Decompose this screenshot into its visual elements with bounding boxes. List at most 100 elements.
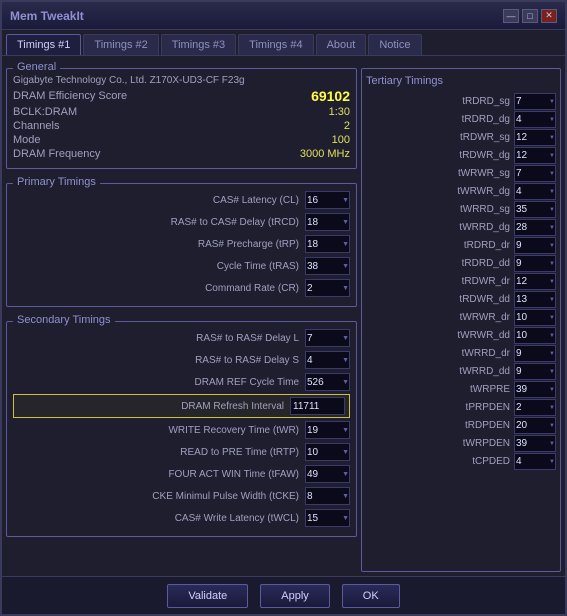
ok-button[interactable]: OK <box>342 584 400 608</box>
tertiary-timing-select[interactable]: 13 <box>514 291 556 308</box>
tertiary-timing-wrapper: 7 <box>514 93 556 110</box>
dram-refresh-row: DRAM Refresh Interval <box>13 394 350 418</box>
title-bar: Mem TweakIt — □ ✕ <box>2 2 565 30</box>
tertiary-timing-select[interactable]: 4 <box>514 453 556 470</box>
timing-rrds-select[interactable]: 4 <box>305 351 350 369</box>
tertiary-timing-select[interactable]: 39 <box>514 435 556 452</box>
timing-twr-wrapper: 19 <box>305 421 350 439</box>
timing-cl-row: CAS# Latency (CL) 16 <box>13 190 350 210</box>
tertiary-timing-select[interactable]: 7 <box>514 93 556 110</box>
timing-rrdl-row: RAS# to RAS# Delay L 7 <box>13 328 350 348</box>
mode-label: Mode <box>13 134 41 146</box>
tertiary-timing-select[interactable]: 35 <box>514 201 556 218</box>
tertiary-timing-wrapper: 12 <box>514 147 556 164</box>
minimize-button[interactable]: — <box>503 9 519 23</box>
timing-trp-select[interactable]: 18 <box>305 235 350 253</box>
tertiary-timing-label: tWRWR_sg <box>366 168 514 179</box>
dram-score-row: DRAM Efficiency Score 69102 <box>13 88 350 104</box>
tertiary-timing-select[interactable]: 4 <box>514 111 556 128</box>
window-title: Mem TweakIt <box>10 9 84 23</box>
timing-trcd-select[interactable]: 18 <box>305 213 350 231</box>
tertiary-timing-select[interactable]: 9 <box>514 363 556 380</box>
tertiary-timing-row: tCPDED 4 <box>366 453 556 470</box>
close-button[interactable]: ✕ <box>541 9 557 23</box>
tertiary-timing-row: tRDWR_sg 12 <box>366 129 556 146</box>
tertiary-timing-select[interactable]: 10 <box>514 327 556 344</box>
tertiary-timing-select[interactable]: 9 <box>514 255 556 272</box>
timing-cr-label: Command Rate (CR) <box>13 283 305 294</box>
timing-twcl-select[interactable]: 15 <box>305 509 350 527</box>
tertiary-timing-wrapper: 9 <box>514 363 556 380</box>
timing-ref-row: DRAM REF Cycle Time 526 <box>13 372 350 392</box>
timing-tfaw-label: FOUR ACT WIN Time (tFAW) <box>13 469 305 480</box>
timing-tras-row: Cycle Time (tRAS) 38 <box>13 256 350 276</box>
apply-button[interactable]: Apply <box>260 584 330 608</box>
tertiary-timing-wrapper: 9 <box>514 255 556 272</box>
timing-tras-select[interactable]: 38 <box>305 257 350 275</box>
timing-trtp-select[interactable]: 10 <box>305 443 350 461</box>
tertiary-timing-select[interactable]: 9 <box>514 237 556 254</box>
timing-tras-wrapper: 38 <box>305 257 350 275</box>
channels-value: 2 <box>344 120 350 132</box>
timing-cr-row: Command Rate (CR) 2 <box>13 278 350 298</box>
timing-tcke-select[interactable]: 8 <box>305 487 350 505</box>
tertiary-timing-select[interactable]: 10 <box>514 309 556 326</box>
tertiary-timing-select[interactable]: 4 <box>514 183 556 200</box>
tertiary-timing-select[interactable]: 2 <box>514 399 556 416</box>
timing-twr-select[interactable]: 19 <box>305 421 350 439</box>
tertiary-timing-row: tRDWR_dd 13 <box>366 291 556 308</box>
timing-cl-select[interactable]: 16 <box>305 191 350 209</box>
tab-timings4[interactable]: Timings #4 <box>238 34 313 55</box>
manufacturer-value: Gigabyte Technology Co., Ltd. Z170X-UD3-… <box>13 75 245 86</box>
tertiary-timing-wrapper: 20 <box>514 417 556 434</box>
timing-ref-select[interactable]: 526 <box>305 373 350 391</box>
tertiary-timing-select[interactable]: 12 <box>514 147 556 164</box>
tertiary-timing-wrapper: 35 <box>514 201 556 218</box>
tertiary-timing-select[interactable]: 7 <box>514 165 556 182</box>
tertiary-timing-row: tRDRD_dd 9 <box>366 255 556 272</box>
tab-timings1[interactable]: Timings #1 <box>6 34 81 55</box>
tertiary-timing-select[interactable]: 28 <box>514 219 556 236</box>
tertiary-timing-select[interactable]: 9 <box>514 345 556 362</box>
timing-rrdl-select[interactable]: 7 <box>305 329 350 347</box>
tertiary-timing-wrapper: 28 <box>514 219 556 236</box>
tertiary-timing-select[interactable]: 12 <box>514 129 556 146</box>
timing-rrdl-label: RAS# to RAS# Delay L <box>13 333 305 344</box>
tertiary-title: Tertiary Timings <box>366 73 556 89</box>
tertiary-timing-wrapper: 12 <box>514 273 556 290</box>
tertiary-timing-select[interactable]: 12 <box>514 273 556 290</box>
general-group: General Gigabyte Technology Co., Ltd. Z1… <box>6 68 357 169</box>
timing-trp-row: RAS# Precharge (tRP) 18 <box>13 234 350 254</box>
timing-tcke-row: CKE Minimul Pulse Width (tCKE) 8 <box>13 486 350 506</box>
timing-tfaw-select[interactable]: 49 <box>305 465 350 483</box>
tertiary-timing-label: tWRPDEN <box>366 438 514 449</box>
validate-button[interactable]: Validate <box>167 584 248 608</box>
timing-rrds-row: RAS# to RAS# Delay S 4 <box>13 350 350 370</box>
dram-refresh-input[interactable] <box>290 397 345 415</box>
tertiary-timing-select[interactable]: 39 <box>514 381 556 398</box>
tab-notice[interactable]: Notice <box>368 34 421 55</box>
tab-timings3[interactable]: Timings #3 <box>161 34 236 55</box>
tertiary-timing-row: tWRPRE 39 <box>366 381 556 398</box>
tertiary-timing-label: tWRRD_dr <box>366 348 514 359</box>
timing-tras-label: Cycle Time (tRAS) <box>13 261 305 272</box>
tertiary-timing-label: tRDWR_sg <box>366 132 514 143</box>
timing-twr-label: WRITE Recovery Time (tWR) <box>13 425 305 436</box>
maximize-button[interactable]: □ <box>522 9 538 23</box>
tertiary-timing-row: tWRWR_dr 10 <box>366 309 556 326</box>
timing-ref-wrapper: 526 <box>305 373 350 391</box>
freq-label: DRAM Frequency <box>13 148 100 160</box>
timing-cr-select[interactable]: 2 <box>305 279 350 297</box>
tertiary-timing-wrapper: 10 <box>514 327 556 344</box>
tertiary-timing-row: tRDRD_sg 7 <box>366 93 556 110</box>
tertiary-timing-select[interactable]: 20 <box>514 417 556 434</box>
bclk-label: BCLK:DRAM <box>13 106 77 118</box>
tertiary-timing-wrapper: 39 <box>514 435 556 452</box>
timing-rrds-label: RAS# to RAS# Delay S <box>13 355 305 366</box>
tab-timings2[interactable]: Timings #2 <box>83 34 158 55</box>
freq-value: 3000 MHz <box>300 148 350 160</box>
timing-cl-wrapper: 16 <box>305 191 350 209</box>
tertiary-timing-wrapper: 9 <box>514 237 556 254</box>
tabs-bar: Timings #1 Timings #2 Timings #3 Timings… <box>2 30 565 56</box>
tab-about[interactable]: About <box>316 34 367 55</box>
